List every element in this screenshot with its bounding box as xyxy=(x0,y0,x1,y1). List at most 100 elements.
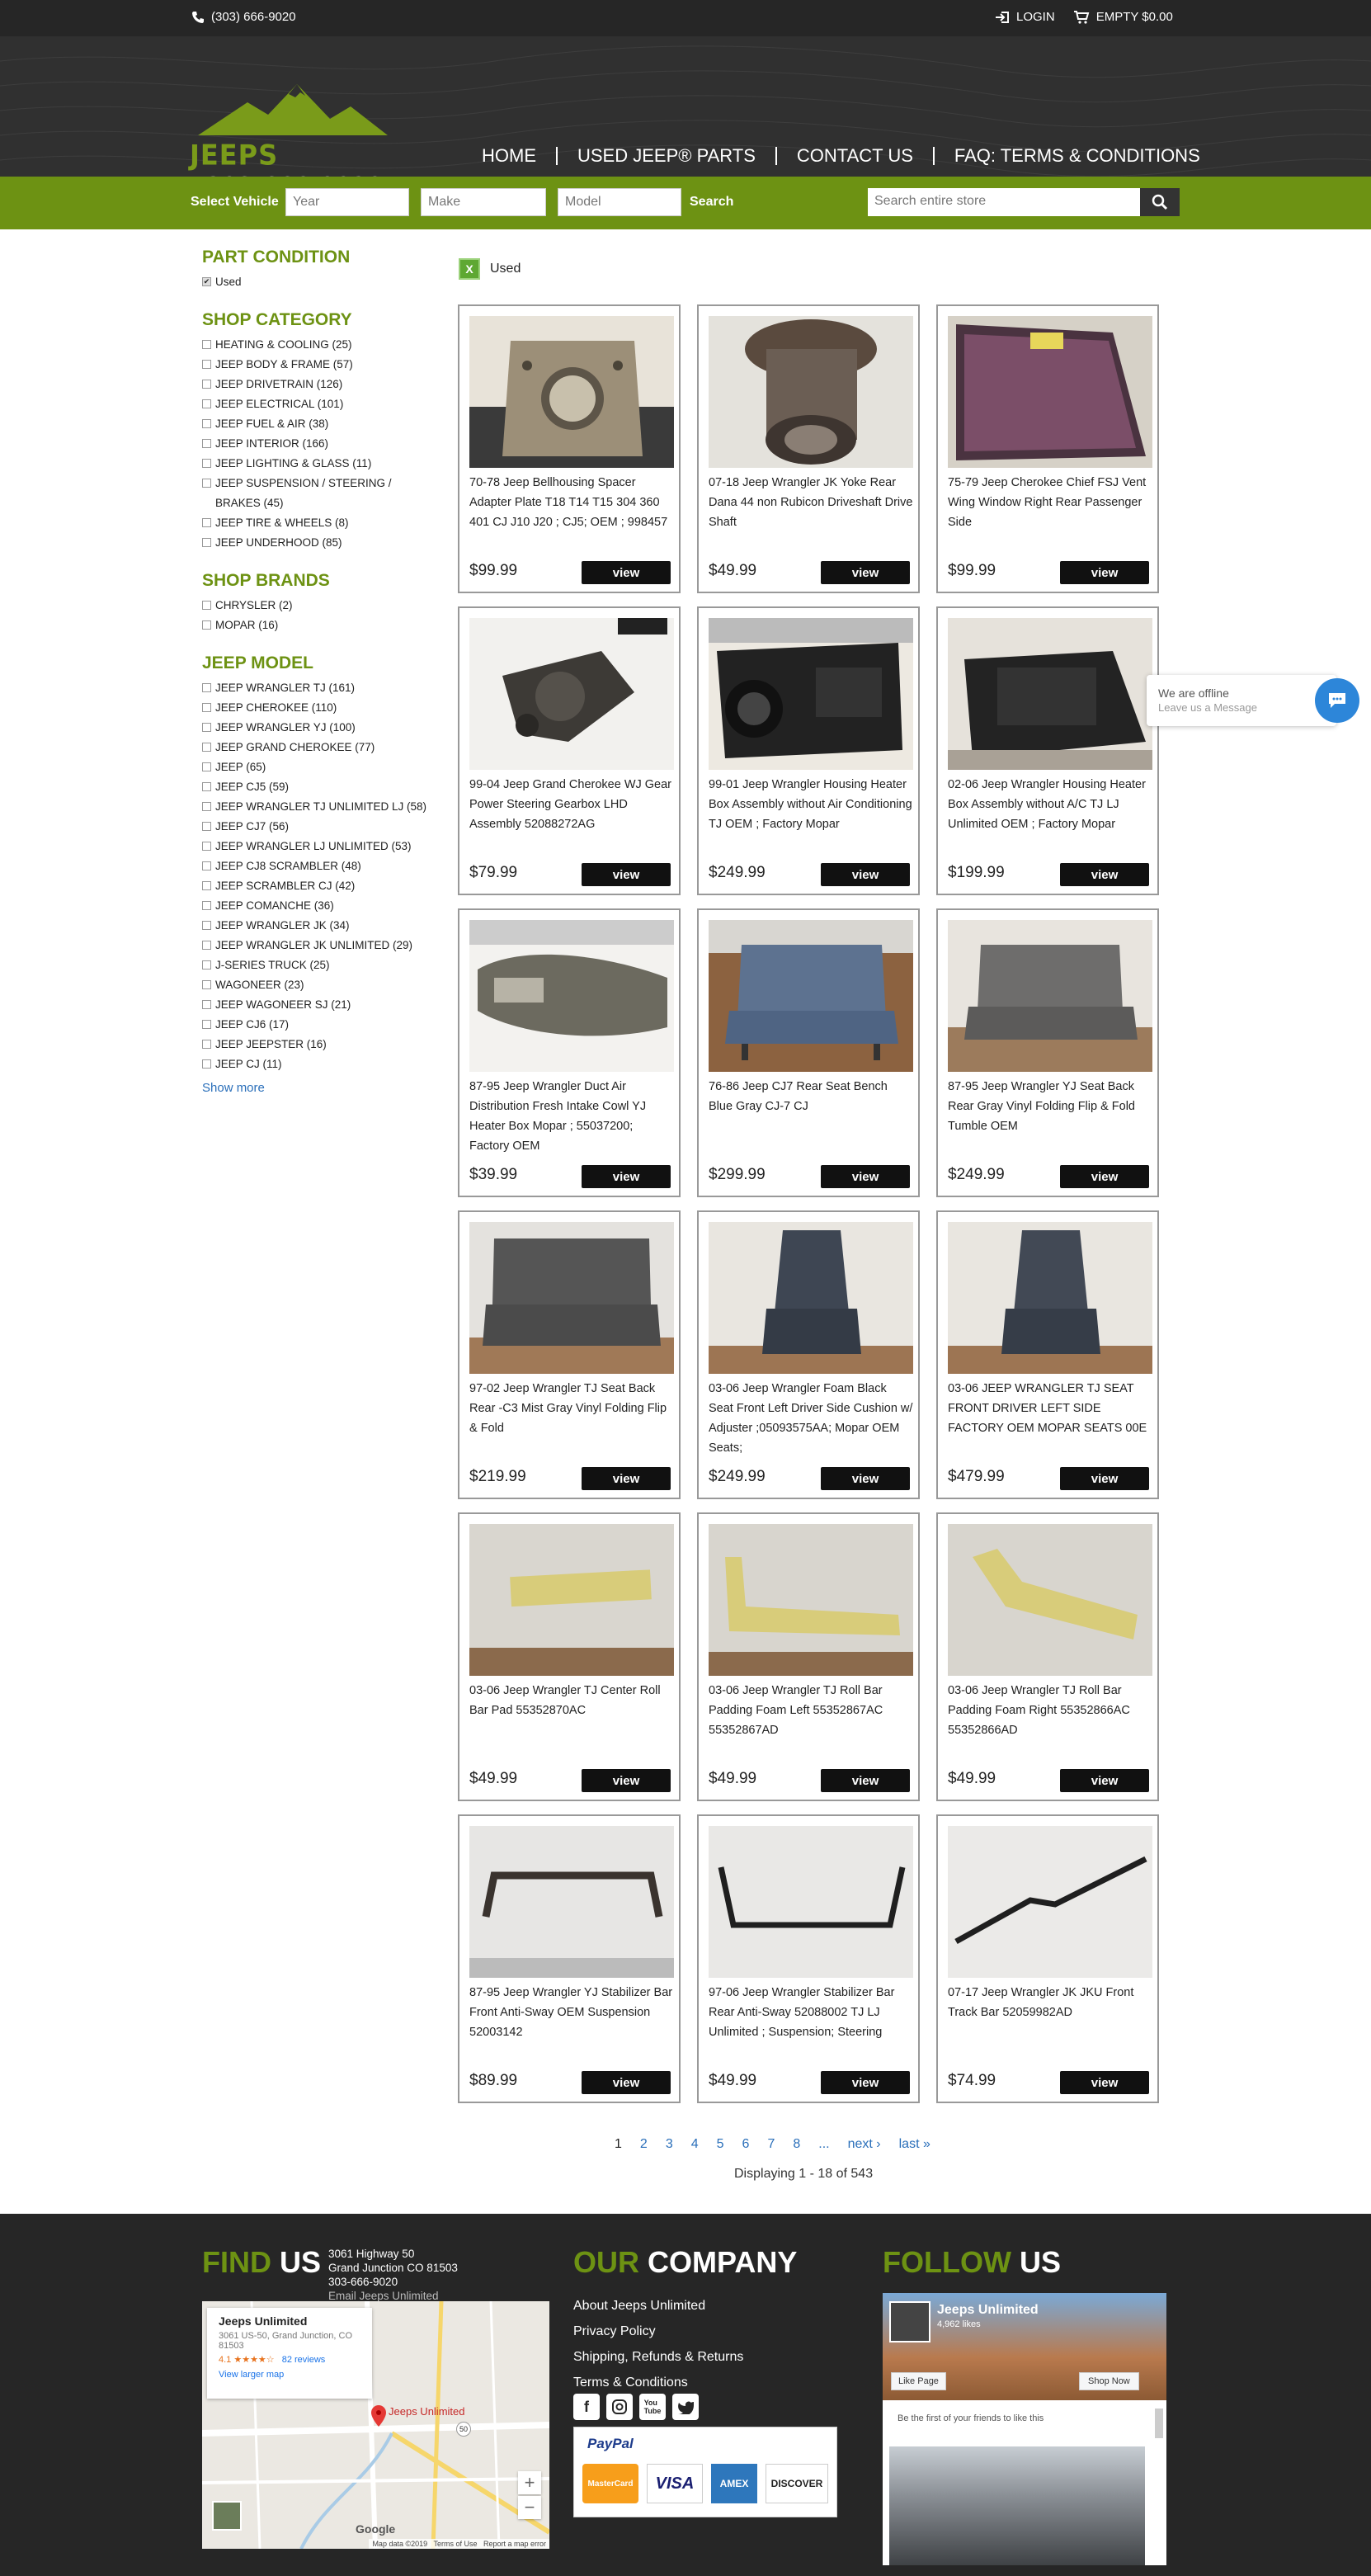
google-map[interactable]: Jeeps Unlimited 3061 US-50, Grand Juncti… xyxy=(202,2301,549,2549)
product-image[interactable] xyxy=(948,1524,1152,1676)
youtube-icon[interactable]: You Tube xyxy=(639,2394,666,2420)
zoom-in-button[interactable]: + xyxy=(518,2471,541,2494)
product-card[interactable]: 02-06 Jeep Wrangler Housing Heater Box A… xyxy=(936,606,1159,895)
filter-option[interactable]: JEEP FUEL & AIR (38) xyxy=(202,414,433,434)
filter-option[interactable]: JEEP CJ7 (56) xyxy=(202,817,433,837)
fb-like-button[interactable]: Like Page xyxy=(891,2372,946,2390)
chat-widget[interactable]: We are offline Leave us a Message xyxy=(1147,675,1359,726)
show-more-link[interactable]: Show more xyxy=(202,1081,433,1095)
footer-link[interactable]: About Jeeps Unlimited xyxy=(573,2293,743,2319)
filter-option[interactable]: JEEP WAGONEER SJ (21) xyxy=(202,995,433,1015)
filter-option[interactable]: JEEP INTERIOR (166) xyxy=(202,434,433,454)
filter-checkbox[interactable]: ✔ xyxy=(202,277,211,286)
filter-option[interactable]: JEEP (65) xyxy=(202,757,433,777)
view-button[interactable]: view xyxy=(1060,1467,1149,1490)
filter-option[interactable]: JEEP WRANGLER TJ (161) xyxy=(202,678,433,698)
product-image[interactable] xyxy=(948,1222,1152,1374)
page-link[interactable]: 7 xyxy=(767,2137,775,2152)
cart-link[interactable]: EMPTY $0.00 xyxy=(1073,10,1173,24)
filter-checkbox[interactable] xyxy=(202,960,211,970)
filter-option[interactable]: JEEP WRANGLER TJ UNLIMITED LJ (58) xyxy=(202,797,433,817)
view-button[interactable]: view xyxy=(582,1467,671,1490)
model-select[interactable]: Model xyxy=(558,188,681,216)
product-title[interactable]: 87-95 Jeep Wrangler YJ Seat Back Rear Gr… xyxy=(948,1077,1152,1156)
filter-checkbox[interactable] xyxy=(202,762,211,771)
product-image[interactable] xyxy=(709,618,913,770)
filter-checkbox[interactable] xyxy=(202,518,211,527)
product-title[interactable]: 03-06 Jeep Wrangler Foam Black Seat Fron… xyxy=(709,1379,913,1458)
filter-checkbox[interactable] xyxy=(202,723,211,732)
filter-checkbox[interactable] xyxy=(202,459,211,468)
product-title[interactable]: 75-79 Jeep Cherokee Chief FSJ Vent Wing … xyxy=(948,473,1152,552)
product-title[interactable]: 03-06 Jeep Wrangler TJ Center Roll Bar P… xyxy=(469,1681,674,1760)
filter-checkbox[interactable] xyxy=(202,419,211,428)
filter-option[interactable]: JEEP ELECTRICAL (101) xyxy=(202,394,433,414)
product-title[interactable]: 87-95 Jeep Wrangler YJ Stabilizer Bar Fr… xyxy=(469,1983,674,2062)
product-title[interactable]: 97-06 Jeep Wrangler Stabilizer Bar Rear … xyxy=(709,1983,913,2062)
fb-shop-button[interactable]: Shop Now xyxy=(1079,2372,1139,2390)
view-button[interactable]: view xyxy=(821,1467,910,1490)
vehicle-search-button[interactable]: Search xyxy=(690,195,733,210)
product-image[interactable] xyxy=(469,316,674,468)
product-title[interactable]: 07-17 Jeep Wrangler JK JKU Front Track B… xyxy=(948,1983,1152,2062)
filter-checkbox[interactable] xyxy=(202,842,211,851)
product-image[interactable] xyxy=(709,316,913,468)
zoom-out-button[interactable]: − xyxy=(518,2496,541,2519)
facebook-widget[interactable]: Jeeps Unlimited 4,962 likes Like Page Sh… xyxy=(883,2293,1166,2565)
product-card[interactable]: 97-06 Jeep Wrangler Stabilizer Bar Rear … xyxy=(697,1814,920,2103)
product-card[interactable]: 87-95 Jeep Wrangler Duct Air Distributio… xyxy=(458,908,681,1197)
product-title[interactable]: 03-06 JEEP WRANGLER TJ SEAT FRONT DRIVER… xyxy=(948,1379,1152,1458)
filter-option[interactable]: ✔ Used xyxy=(202,272,433,292)
fb-scrollbar[interactable] xyxy=(1155,2409,1163,2438)
filter-checkbox[interactable] xyxy=(202,861,211,870)
filter-checkbox[interactable] xyxy=(202,360,211,369)
product-card[interactable]: 76-86 Jeep CJ7 Rear Seat Bench Blue Gray… xyxy=(697,908,920,1197)
filter-option[interactable]: JEEP JEEPSTER (16) xyxy=(202,1035,433,1054)
filter-checkbox[interactable] xyxy=(202,901,211,910)
filter-checkbox[interactable] xyxy=(202,703,211,712)
phone-link[interactable]: (303) 666-9020 xyxy=(191,10,296,24)
product-title[interactable]: 97-02 Jeep Wrangler TJ Seat Back Rear -C… xyxy=(469,1379,674,1458)
filter-checkbox[interactable] xyxy=(202,1020,211,1029)
footer-link[interactable]: Shipping, Refunds & Returns xyxy=(573,2344,743,2370)
product-card[interactable]: 03-06 Jeep Wrangler TJ Roll Bar Padding … xyxy=(936,1512,1159,1801)
product-image[interactable] xyxy=(469,618,674,770)
product-image[interactable] xyxy=(948,618,1152,770)
page-link[interactable]: 4 xyxy=(691,2137,699,2152)
footer-link[interactable]: Terms & Conditions xyxy=(573,2370,743,2395)
product-card[interactable]: 87-95 Jeep Wrangler YJ Seat Back Rear Gr… xyxy=(936,908,1159,1197)
twitter-icon[interactable] xyxy=(672,2394,699,2420)
page-link[interactable]: 3 xyxy=(666,2137,673,2152)
filter-checkbox[interactable] xyxy=(202,538,211,547)
product-title[interactable]: 03-06 Jeep Wrangler TJ Roll Bar Padding … xyxy=(709,1681,913,1760)
filter-checkbox[interactable] xyxy=(202,1040,211,1049)
view-button[interactable]: view xyxy=(1060,1165,1149,1188)
product-title[interactable]: 70-78 Jeep Bellhousing Spacer Adapter Pl… xyxy=(469,473,674,552)
product-image[interactable] xyxy=(709,920,913,1072)
filter-option[interactable]: JEEP GRAND CHEROKEE (77) xyxy=(202,738,433,757)
filter-option[interactable]: HEATING & COOLING (25) xyxy=(202,335,433,355)
view-button[interactable]: view xyxy=(821,1165,910,1188)
map-reviews-link[interactable]: 82 reviews xyxy=(282,2355,326,2365)
site-logo[interactable]: JEEPS UNLIMITED 303-666-9020 xyxy=(190,81,404,177)
view-button[interactable]: view xyxy=(582,2071,671,2094)
fb-page-name[interactable]: Jeeps Unlimited xyxy=(937,2303,1039,2318)
view-button[interactable]: view xyxy=(582,1769,671,1792)
filter-checkbox[interactable] xyxy=(202,620,211,630)
filter-option[interactable]: JEEP CJ (11) xyxy=(202,1054,433,1074)
view-button[interactable]: view xyxy=(1060,561,1149,584)
page-link[interactable]: 2 xyxy=(640,2137,648,2152)
filter-option[interactable]: JEEP WRANGLER JK UNLIMITED (29) xyxy=(202,936,433,955)
facebook-icon[interactable]: f xyxy=(573,2394,600,2420)
filter-option[interactable]: JEEP COMANCHE (36) xyxy=(202,896,433,916)
filter-option[interactable]: JEEP WRANGLER LJ UNLIMITED (53) xyxy=(202,837,433,856)
view-button[interactable]: view xyxy=(582,863,671,886)
chat-bubble-button[interactable] xyxy=(1315,678,1359,723)
nav-contact[interactable]: CONTACT US xyxy=(777,145,933,167)
filter-option[interactable]: JEEP SCRAMBLER CJ (42) xyxy=(202,876,433,896)
filter-checkbox[interactable] xyxy=(202,881,211,890)
product-image[interactable] xyxy=(469,1826,674,1978)
product-card[interactable]: 99-01 Jeep Wrangler Housing Heater Box A… xyxy=(697,606,920,895)
product-card[interactable]: 03-06 JEEP WRANGLER TJ SEAT FRONT DRIVER… xyxy=(936,1210,1159,1499)
filter-option[interactable]: MOPAR (16) xyxy=(202,616,433,635)
